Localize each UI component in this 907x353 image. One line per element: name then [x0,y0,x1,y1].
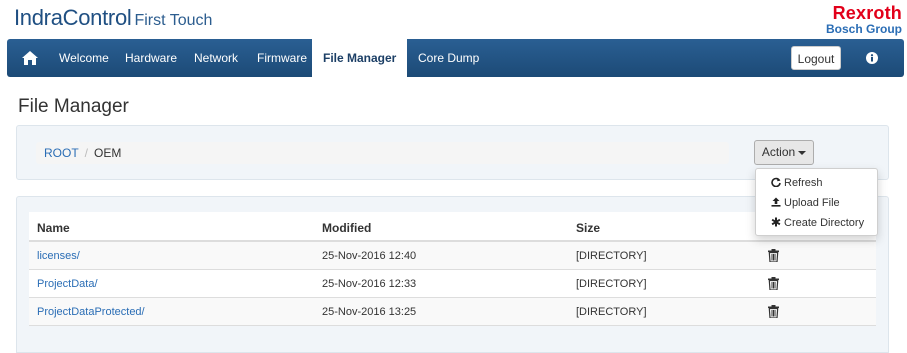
table-header: Name Modified Size [29,212,876,242]
file-modified: 25-Nov-2016 12:40 [322,250,417,262]
nav-item-core-dump[interactable]: Core Dump [418,39,479,77]
upload-icon [771,197,781,207]
menu-item-create-directory[interactable]: Create Directory [771,215,864,231]
trash-icon[interactable] [768,277,779,290]
refresh-icon [771,177,781,188]
brand-subtitle: First Touch [134,12,213,29]
home-icon[interactable] [21,50,39,66]
file-name-link[interactable]: ProjectData/ [37,278,98,290]
action-label: Action [761,145,796,159]
file-name-link[interactable]: ProjectDataProtected/ [37,306,145,318]
column-header-modified[interactable]: Modified [322,221,371,235]
file-modified: 25-Nov-2016 12:33 [322,278,417,290]
column-header-size[interactable]: Size [576,221,600,235]
logo-line-2: Bosch Group [825,22,902,36]
caret-down-icon [798,150,807,155]
menu-item-refresh-label: Refresh [784,177,823,189]
top-navbar: Welcome Hardware Network Firmware File M… [7,39,904,77]
nav-item-file-manager[interactable]: File Manager [312,39,408,77]
trash-icon[interactable] [768,249,779,262]
menu-item-refresh[interactable]: Refresh [771,175,823,191]
file-size: [DIRECTORY] [576,250,647,262]
breadcrumb-current: OEM [94,146,122,160]
nav-item-network[interactable]: Network [194,39,238,77]
page-title: File Manager [18,96,129,117]
app-brand: IndraControl First Touch [14,5,212,31]
file-modified: 25-Nov-2016 13:25 [322,306,417,318]
trash-icon[interactable] [768,305,779,318]
breadcrumb-separator: / [84,146,89,160]
breadcrumb-root-link[interactable]: ROOT [44,146,79,160]
table-row: ProjectData/ 25-Nov-2016 12:33 [DIRECTOR… [29,270,876,298]
asterisk-icon [771,217,781,227]
column-header-name[interactable]: Name [37,221,70,235]
file-size: [DIRECTORY] [576,278,647,290]
logo-line-1: Rexroth [832,3,902,23]
info-icon[interactable] [866,52,878,64]
menu-item-create-directory-label: Create Directory [784,217,865,229]
brand-title: IndraControl [14,5,132,30]
file-name-link[interactable]: licenses/ [37,250,80,262]
logout-button[interactable]: Logout [791,46,841,70]
rexroth-logo: Rexroth Bosch Group [826,4,902,35]
action-menu: Refresh Upload File Create Directory [755,168,878,236]
table-row: licenses/ 25-Nov-2016 12:40 [DIRECTORY] [29,242,876,270]
nav-item-firmware[interactable]: Firmware [257,39,307,77]
action-dropdown-button[interactable]: Action [754,140,814,165]
nav-item-welcome[interactable]: Welcome [59,39,109,77]
breadcrumb: ROOT / OEM [36,142,729,164]
nav-item-hardware[interactable]: Hardware [125,39,177,77]
menu-item-upload-label: Upload File [784,197,840,209]
file-size: [DIRECTORY] [576,306,647,318]
menu-item-upload-file[interactable]: Upload File [771,195,840,211]
table-row: ProjectDataProtected/ 25-Nov-2016 13:25 … [29,298,876,326]
